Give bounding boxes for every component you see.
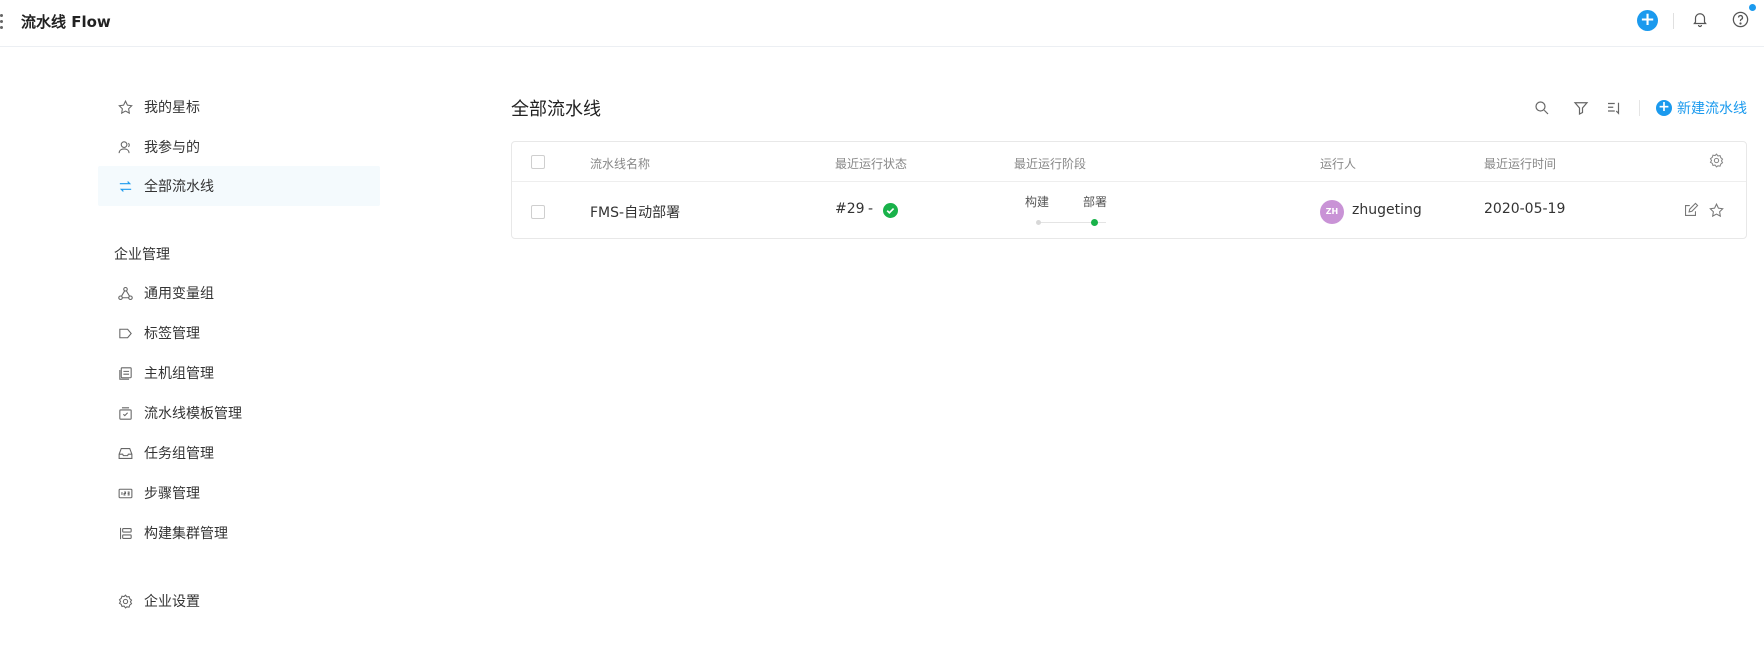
sidebar-item-label: 通用变量组 [144,286,214,302]
plus-circle-icon[interactable]: + [1637,10,1658,31]
template-icon [116,404,134,422]
pipeline-table: 流水线名称 最近运行状态 最近运行阶段 运行人 最近运行时间 FMS-自动部署 … [511,141,1747,239]
sidebar-item-starred[interactable]: 我的星标 [98,87,380,127]
column-header-runner: 运行人 [1320,157,1357,171]
notification-dot [1749,4,1756,11]
sidebar-item-host-groups[interactable]: 主机组管理 [98,353,380,393]
sidebar-item-label: 步骤管理 [144,486,200,502]
avatar: ZH [1320,200,1344,224]
divider [1673,13,1674,29]
star-icon [116,98,134,116]
sidebar-item-settings[interactable]: 企业设置 [98,581,380,621]
sidebar-item-variable-groups[interactable]: 通用变量组 [98,273,380,313]
sidebar-item-label: 流水线模板管理 [144,406,242,422]
sidebar-item-label: 构建集群管理 [144,526,228,542]
sidebar-group-title: 企业管理 [114,247,170,263]
user-icon [116,138,134,156]
help-circle-icon[interactable] [1731,10,1753,32]
stage-label-deploy: 部署 [1083,195,1108,209]
sidebar-item-participated[interactable]: 我参与的 [98,127,380,167]
table-header: 流水线名称 最近运行状态 最近运行阶段 运行人 最近运行时间 [512,142,1746,182]
stage-dot-build[interactable] [1036,220,1041,225]
filter-icon[interactable] [1572,99,1592,119]
new-pipeline-button[interactable]: + 新建流水线 [1656,98,1747,118]
sidebar-item-label: 我参与的 [144,140,200,156]
sidebar-item-tags[interactable]: 标签管理 [98,313,380,353]
sidebar-item-label: 企业设置 [144,594,200,610]
top-bar: 流水线 Flow + [0,0,1764,47]
page-title: 全部流水线 [511,99,601,120]
divider [1639,100,1640,116]
sidebar-item-task-groups[interactable]: 任务组管理 [98,433,380,473]
server-icon [116,364,134,382]
edit-icon[interactable] [1682,202,1700,220]
sidebar-item-all-pipelines[interactable]: 全部流水线 [98,166,380,206]
sidebar-item-label: 全部流水线 [144,179,214,195]
cluster-icon [116,524,134,542]
star-icon[interactable] [1708,202,1726,220]
sidebar-item-label: 我的星标 [144,100,200,116]
success-check-icon [883,203,898,218]
gear-icon [116,592,134,610]
app-title: 流水线 Flow [21,13,111,31]
new-pipeline-label: 新建流水线 [1677,101,1747,117]
column-header-status: 最近运行状态 [835,157,908,171]
pipeline-name[interactable]: FMS-自动部署 [590,202,680,222]
sidebar-item-steps[interactable]: 步骤管理 [98,473,380,513]
search-icon[interactable] [1533,99,1553,119]
column-header-stage: 最近运行阶段 [1014,157,1087,171]
bell-icon[interactable] [1691,10,1711,32]
sidebar-item-label: 任务组管理 [144,446,214,462]
last-run-time: 2020-05-19 [1484,201,1566,217]
stage-label-build: 构建 [1025,195,1050,209]
run-number[interactable]: #29 [835,201,865,217]
run-separator: - [868,201,874,217]
row-checkbox[interactable] [531,205,545,219]
inbox-icon [116,444,134,462]
gear-icon[interactable] [1708,152,1726,170]
stage-dot-deploy[interactable] [1091,219,1098,226]
sidebar-item-templates[interactable]: 流水线模板管理 [98,393,380,433]
select-all-checkbox[interactable] [531,155,545,169]
runner-name: zhugeting [1352,202,1422,218]
sidebar-item-label: 主机组管理 [144,366,214,382]
column-header-name: 流水线名称 [590,157,651,171]
sort-icon[interactable] [1605,99,1625,119]
steps-icon [116,484,134,502]
tag-icon [116,324,134,342]
sidebar-item-build-clusters[interactable]: 构建集群管理 [98,513,380,553]
menu-dots-icon[interactable] [0,14,4,30]
sidebar-item-label: 标签管理 [144,326,200,342]
plus-circle-icon: + [1656,100,1672,116]
column-header-time: 最近运行时间 [1484,157,1557,171]
swap-icon [116,177,134,195]
share-nodes-icon [116,284,134,302]
